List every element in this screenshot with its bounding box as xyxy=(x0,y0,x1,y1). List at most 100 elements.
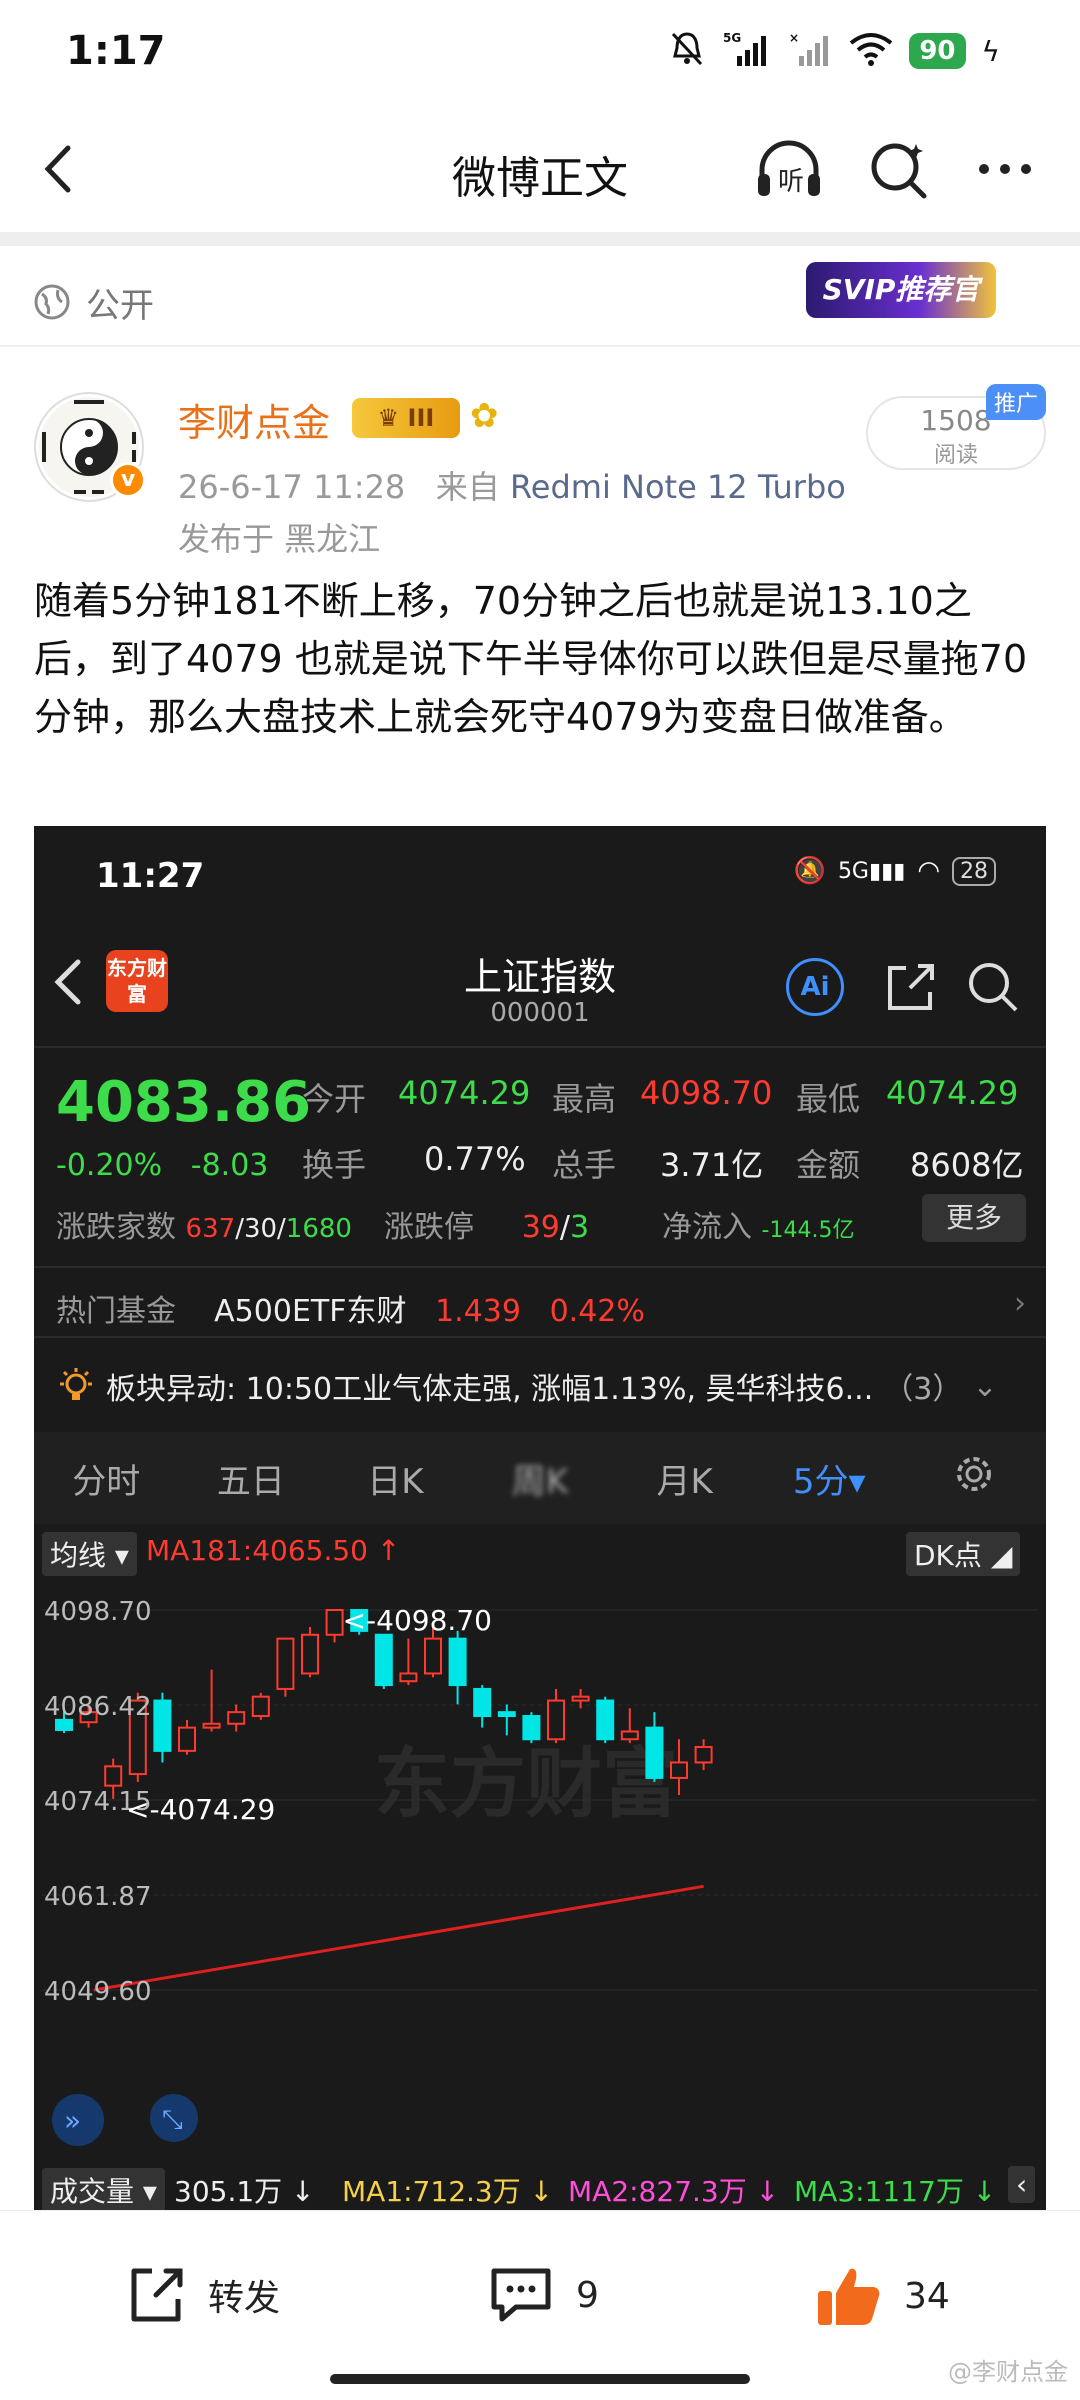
y-tick-label: 4098.70 xyxy=(44,1597,152,1627)
post-image[interactable]: 11:27 🔕 5G▮▮▮ ◠ 28 东方财富 上证指数 000001 Ai 4… xyxy=(34,826,1046,2210)
lightbulb-icon xyxy=(60,1368,92,1400)
candle-body xyxy=(153,1699,172,1752)
chart-settings-button[interactable] xyxy=(901,1454,1046,1503)
change-abs: -8.03 xyxy=(190,1148,269,1183)
member-level-text: III xyxy=(407,404,435,432)
breadth-flat: /30/ xyxy=(235,1214,286,1244)
candle-body xyxy=(251,1695,270,1718)
candle-body xyxy=(325,1609,344,1636)
netflow-value: -144.5亿 xyxy=(761,1218,855,1243)
sector-alert[interactable]: 板块异动: 10:50工业气体走强, 涨幅1.13%, 昊华科技6... （3）… xyxy=(56,1346,1036,1426)
nav-bar: 微博正文 听 xyxy=(0,108,1080,228)
post-text: 随着5分钟181不断上移，70分钟之后也就是说13.10之后，到了4079 也就… xyxy=(34,579,1028,739)
post-date: 26-6-17 11:28 xyxy=(178,468,406,506)
low-annotation: <-4074.29 xyxy=(126,1793,275,1826)
listen-button[interactable]: 听 xyxy=(752,134,822,204)
limit-label: 涨跌停 xyxy=(384,1210,474,1245)
author-name[interactable]: 李财点金 xyxy=(178,392,330,447)
source-prefix: 来自 xyxy=(435,468,500,506)
tab-monthly-k[interactable]: 月K xyxy=(612,1454,757,1503)
visibility-row: 公开 xyxy=(32,272,154,332)
fund-pct: 0.42% xyxy=(549,1294,645,1329)
tab-intraday[interactable]: 分时 xyxy=(34,1454,179,1503)
candle-body xyxy=(596,1699,615,1741)
like-count: 34 xyxy=(904,2275,950,2317)
embedded-signal-icon: 5G▮▮▮ xyxy=(837,858,906,884)
period-tabs: 分时 五日 日K 周K 月K 5分▾ xyxy=(34,1432,1046,1524)
like-button[interactable]: 34 xyxy=(814,2263,950,2329)
candlestick-chart[interactable]: 东方财富 4098.704086.424074.154061.874049.60… xyxy=(34,1570,1046,2166)
search-button[interactable] xyxy=(864,134,934,204)
chart-nav-buttons: » ⤡ xyxy=(52,2094,198,2146)
divider xyxy=(0,345,1080,347)
candle-body xyxy=(399,1672,418,1683)
fund-divider xyxy=(34,1336,1046,1338)
breadth-up: 637 xyxy=(185,1214,236,1244)
embedded-search-icon xyxy=(969,963,1018,1012)
tab-weekly-k[interactable]: 周K xyxy=(468,1454,613,1503)
promo-tag[interactable]: 推广 xyxy=(986,384,1047,420)
hot-fund-row[interactable]: 热门基金 A500ETF东财 1.439 0.42% › xyxy=(56,1286,1026,1330)
section-separator xyxy=(0,232,1080,246)
embedded-wifi-icon: ◠ xyxy=(917,856,940,886)
header-divider xyxy=(34,1046,1046,1048)
high-value: 4098.70 xyxy=(640,1074,773,1112)
more-button[interactable]: 更多 xyxy=(922,1194,1026,1242)
high-label: 最高 xyxy=(552,1080,617,1118)
collapse-button[interactable]: ‹ xyxy=(1008,2166,1036,2203)
candle-body xyxy=(374,1633,393,1687)
signal-5g-icon: 5G xyxy=(721,30,771,72)
globe-icon xyxy=(34,284,70,320)
amount-value: 8608亿 xyxy=(910,1146,1024,1184)
gear-icon xyxy=(956,1456,991,1491)
source-device[interactable]: Redmi Note 12 Turbo xyxy=(510,468,846,506)
tab-daily-k[interactable]: 日K xyxy=(323,1454,468,1503)
volume-value: 3.71亿 xyxy=(660,1146,764,1184)
open-label: 今开 xyxy=(302,1080,367,1118)
ma181-path xyxy=(93,1884,704,1992)
alert-count: （3） xyxy=(883,1372,963,1407)
home-indicator[interactable] xyxy=(330,2374,750,2384)
comment-count: 9 xyxy=(576,2274,599,2316)
post-meta: 26-6-17 11:28 来自 Redmi Note 12 Turbo xyxy=(178,462,846,508)
repost-button[interactable]: 转发 xyxy=(124,2263,280,2327)
limit-up: 39 xyxy=(521,1210,560,1245)
turnover-label: 换手 xyxy=(302,1146,367,1184)
post-location: 发布于 黑龙江 xyxy=(178,520,381,558)
thumbs-up-icon xyxy=(818,2268,880,2325)
y-tick-label: 4086.42 xyxy=(44,1692,152,1722)
visibility-label: 公开 xyxy=(86,285,154,326)
candle-body xyxy=(301,1633,319,1675)
svg-text:5G: 5G xyxy=(723,31,741,45)
embedded-status-time: 11:27 xyxy=(96,856,205,896)
change-pct: -0.20% xyxy=(56,1148,163,1183)
embedded-status-icons: 🔕 5G▮▮▮ ◠ 28 xyxy=(794,856,996,886)
quote-divider xyxy=(34,1266,1046,1268)
volume-value: 305.1万 ↓ xyxy=(174,2175,315,2208)
candle-body xyxy=(104,1765,123,1787)
volume-selector-label: 成交量 xyxy=(50,2175,135,2208)
limit-down: 3 xyxy=(569,1210,590,1245)
status-icons: 5G × 90 ϟ xyxy=(669,30,1000,72)
volume-selector[interactable]: 成交量 ▾ xyxy=(42,2168,165,2210)
status-bar: 1:17 5G × 90 ϟ xyxy=(0,0,1080,108)
candle-body xyxy=(694,1745,713,1764)
tab-5min[interactable]: 5分▾ xyxy=(757,1454,902,1503)
tab-five-day[interactable]: 五日 xyxy=(179,1454,324,1503)
candle-body xyxy=(670,1761,688,1779)
volume-ma3: MA3:1117万 ↓ xyxy=(794,2175,997,2208)
candle-body xyxy=(547,1699,565,1741)
volume-label: 总手 xyxy=(552,1146,617,1184)
member-level-badge[interactable]: ♛ III xyxy=(352,398,460,438)
expand-icon: ⤡ xyxy=(162,2105,183,2135)
volume-bar: 成交量 ▾ 305.1万 ↓ MA1:712.3万 ↓ MA2:827.3万 ↓… xyxy=(34,2166,1046,2210)
y-tick-label: 4049.60 xyxy=(44,1977,152,2007)
netflow-label: 净流入 xyxy=(662,1210,752,1245)
quote-panel: 4083.86 -0.20% -8.03 今开 4074.29 最高 4098.… xyxy=(34,1056,1046,1256)
candle-body xyxy=(276,1637,295,1690)
action-bar: 转发 9 34 xyxy=(0,2210,1080,2360)
svip-badge[interactable]: SVIP推荐官 xyxy=(806,262,996,318)
comment-button[interactable]: 9 xyxy=(486,2263,599,2327)
more-options-button[interactable] xyxy=(970,134,1040,204)
comment-icon xyxy=(491,2268,551,2322)
